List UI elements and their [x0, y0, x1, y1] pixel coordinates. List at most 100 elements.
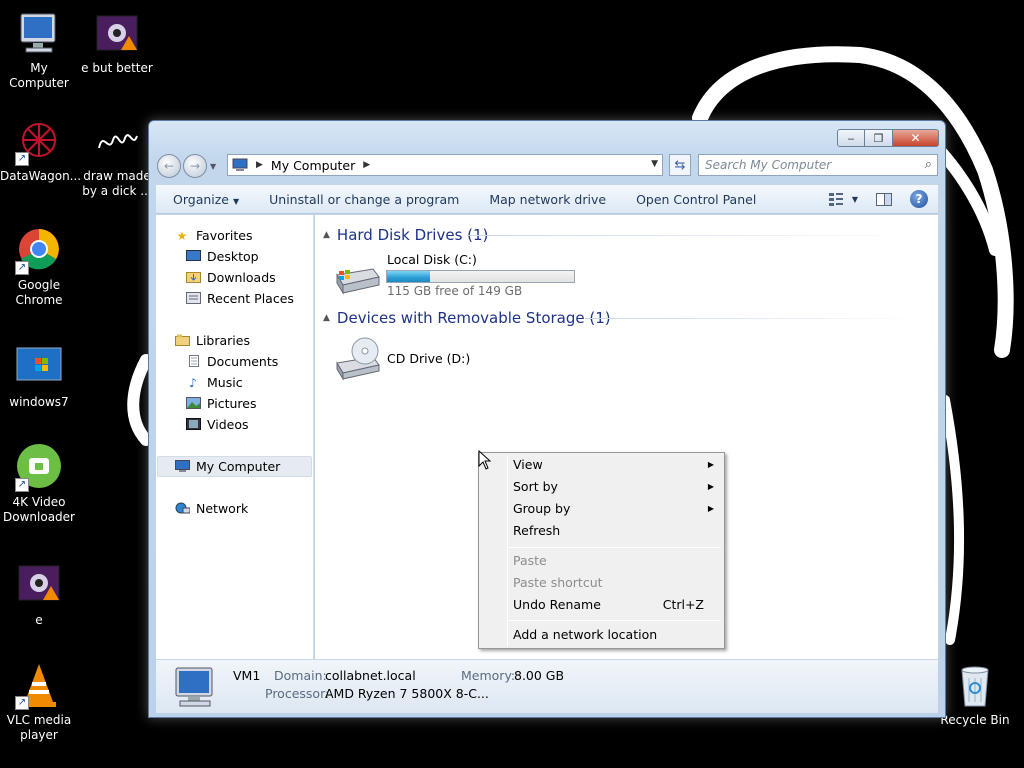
organize-button[interactable]: Organize ▼	[156, 192, 254, 207]
image-file-icon	[15, 344, 63, 392]
dropdown-arrow-icon: ▼	[232, 196, 240, 206]
local-disk-name: Local Disk (C:)	[387, 252, 477, 267]
mouse-cursor-icon	[478, 450, 492, 470]
menu-item-group-by[interactable]: Group by ▶	[513, 499, 714, 519]
shortcut-arrow-icon: ↗	[15, 478, 29, 492]
desktop-icon-e-but-better[interactable]: e but better	[78, 10, 156, 76]
cd-drive-name: CD Drive (D:)	[387, 351, 471, 366]
datawagon-icon: ↗	[15, 118, 63, 166]
menu-gutter	[507, 455, 508, 646]
search-input[interactable]: Search My Computer ⌕	[698, 154, 938, 176]
memory-value: 8.00 GB	[514, 668, 565, 683]
memory-label: Memory:	[461, 668, 516, 683]
search-placeholder: Search My Computer	[705, 158, 832, 172]
restore-icon: ❐	[873, 131, 884, 145]
pictures-icon	[185, 396, 201, 411]
nav-network[interactable]: Network	[174, 501, 248, 516]
downloads-folder-icon	[185, 271, 201, 285]
desktop-folder-icon	[185, 249, 201, 264]
nav-recent-places[interactable]: Recent Places	[185, 291, 294, 306]
navigation-pane: ★ Favorites Desktop Downloads Recent Plac…	[156, 215, 314, 659]
minimize-icon: ‒	[847, 131, 855, 145]
videos-icon	[185, 417, 201, 432]
desktop-icon-windows7[interactable]: windows7	[0, 344, 78, 410]
desktop-icon-e[interactable]: e	[0, 562, 78, 628]
minimize-button[interactable]: ‒	[837, 129, 865, 147]
domain-label: Domain:	[274, 668, 327, 683]
nav-videos[interactable]: Videos	[185, 417, 249, 432]
desktop-icon-datawagon[interactable]: ↗ DataWagon...	[0, 118, 81, 184]
group-divider	[585, 318, 927, 319]
menu-item-paste-shortcut: Paste shortcut	[513, 575, 603, 590]
nav-my-computer[interactable]: My Computer	[174, 459, 280, 474]
desktop-icon-draw-made[interactable]: draw made by a dick ...	[78, 118, 156, 199]
back-button[interactable]: ←	[157, 154, 181, 178]
nav-downloads[interactable]: Downloads	[185, 270, 276, 285]
preview-pane-icon[interactable]	[876, 192, 892, 206]
computer-icon	[232, 158, 248, 171]
menu-item-refresh[interactable]: Refresh	[513, 521, 714, 541]
local-disk-usage-fill	[387, 271, 430, 282]
command-bar: Organize ▼ Uninstall or change a program…	[156, 184, 938, 214]
menu-item-add-network-location[interactable]: Add a network location	[513, 625, 714, 645]
nav-documents[interactable]: Documents	[185, 354, 278, 369]
cd-drive-icon	[336, 337, 380, 381]
details-pane: VM1 Domain: collabnet.local Memory: 8.00…	[156, 659, 938, 713]
breadcrumb-arrow-icon[interactable]: ▶	[363, 160, 370, 170]
maximize-button[interactable]: ❐	[865, 129, 893, 147]
shortcut-arrow-icon: ↗	[15, 261, 29, 275]
nav-music[interactable]: ♪ Music	[185, 375, 242, 390]
vlc-icon: ↗	[15, 662, 63, 710]
recent-pages-dropdown[interactable]: ▼	[210, 162, 216, 171]
computer-icon	[15, 10, 63, 58]
collapse-arrow-icon: ▲	[323, 230, 330, 240]
group-divider	[467, 235, 927, 236]
documents-icon	[185, 354, 201, 369]
desktop-icon-recycle-bin[interactable]: Recycle Bin	[936, 662, 1014, 728]
nav-libraries[interactable]: Libraries	[174, 333, 250, 348]
group-header-hard-disk[interactable]: ▲ Hard Disk Drives (1)	[323, 226, 488, 244]
nav-favorites[interactable]: ★ Favorites	[174, 228, 253, 243]
forward-button[interactable]: →	[183, 154, 207, 178]
search-icon[interactable]: ⌕	[925, 157, 932, 172]
back-arrow-icon: ←	[163, 159, 175, 173]
computer-icon	[175, 667, 213, 707]
address-dropdown-icon[interactable]: ▼	[651, 159, 658, 169]
map-network-drive-button[interactable]: Map network drive	[474, 192, 621, 207]
menu-separator	[509, 547, 721, 548]
command-bar-right: ▼ ?	[828, 190, 928, 208]
breadcrumb-my-computer[interactable]: My Computer	[271, 158, 355, 173]
menu-item-view[interactable]: View ▶	[513, 455, 714, 475]
group-header-removable[interactable]: ▲ Devices with Removable Storage (1)	[323, 309, 611, 327]
star-icon: ★	[176, 228, 188, 243]
open-control-panel-button[interactable]: Open Control Panel	[621, 192, 771, 207]
desktop-icon-vlc[interactable]: ↗ VLC media player	[0, 662, 78, 743]
desktop-icon-my-computer[interactable]: My Computer	[0, 10, 78, 91]
music-icon: ♪	[189, 375, 197, 390]
desktop-icon-google-chrome[interactable]: ↗ Google Chrome	[0, 227, 78, 308]
menu-item-sort-by[interactable]: Sort by ▶	[513, 477, 714, 497]
refresh-button[interactable]: ⇆	[669, 154, 691, 176]
desktop-icon-4k-video-downloader[interactable]: ↗ 4K Video Downloader	[0, 444, 78, 525]
menu-shortcut: Ctrl+Z	[662, 597, 704, 612]
chrome-icon: ↗	[15, 227, 63, 275]
breadcrumb-arrow-icon[interactable]: ▶	[256, 160, 263, 170]
nav-pictures[interactable]: Pictures	[185, 396, 257, 411]
drawing-file-icon	[93, 118, 141, 166]
menu-item-paste: Paste	[513, 553, 547, 568]
menu-separator	[509, 620, 721, 621]
network-icon	[174, 502, 190, 516]
context-menu: View ▶ Sort by ▶ Group by ▶ Refresh Paste P…	[478, 452, 725, 649]
caption-buttons: ‒ ❐ ✕	[837, 129, 939, 147]
computer-name: VM1	[233, 668, 261, 683]
address-bar[interactable]: ▶ My Computer ▶ ▼	[227, 154, 663, 176]
nav-desktop[interactable]: Desktop	[185, 249, 259, 264]
video-file-icon	[93, 10, 141, 58]
computer-icon	[174, 459, 190, 474]
close-button[interactable]: ✕	[893, 129, 939, 147]
processor-label: Processor:	[265, 686, 330, 701]
help-icon[interactable]: ?	[910, 190, 928, 208]
change-view-button[interactable]: ▼	[828, 192, 858, 206]
menu-item-undo-rename[interactable]: Undo Rename Ctrl+Z	[513, 595, 714, 615]
uninstall-program-button[interactable]: Uninstall or change a program	[254, 192, 474, 207]
